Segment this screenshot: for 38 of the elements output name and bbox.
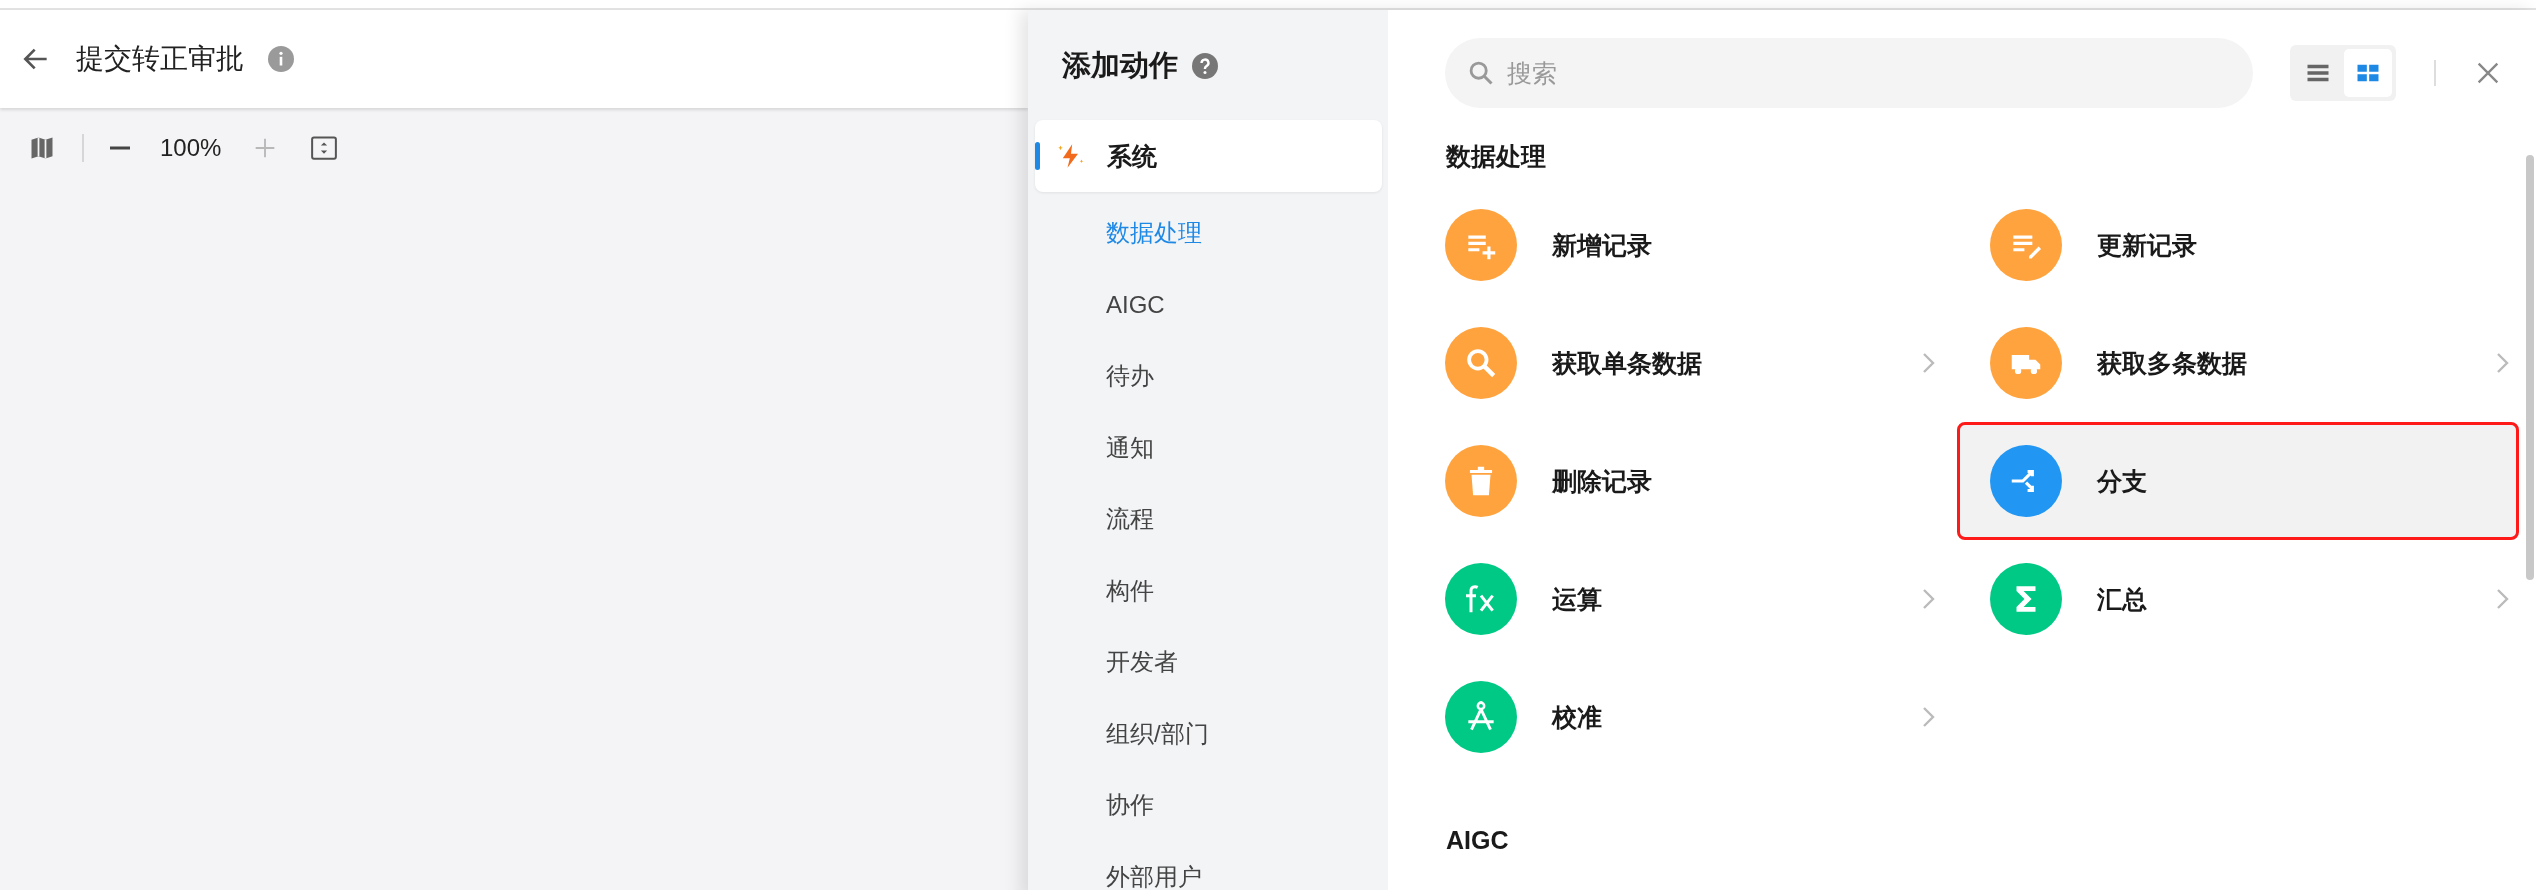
zoom-level: 100% bbox=[160, 134, 222, 162]
action-item[interactable]: 获取多条数据 bbox=[1957, 304, 2519, 422]
chevron-right-icon bbox=[1921, 351, 1937, 375]
section-heading: 数据处理 bbox=[1446, 141, 1547, 172]
info-icon[interactable] bbox=[268, 46, 294, 72]
chevron-right-icon bbox=[1921, 705, 1937, 729]
search-field[interactable]: 搜索 bbox=[1445, 38, 2253, 108]
chevron-right-icon bbox=[2495, 351, 2511, 375]
help-icon[interactable] bbox=[1192, 53, 1218, 79]
category-item[interactable]: 系统 bbox=[1035, 120, 1382, 192]
subcategory-item[interactable]: 待办 bbox=[1106, 340, 1154, 412]
selection-indicator bbox=[1035, 142, 1040, 170]
subcategory-item[interactable]: 开发者 bbox=[1106, 626, 1178, 698]
action-item[interactable]: 运算 bbox=[1412, 540, 1945, 658]
fit-view-button[interactable] bbox=[309, 133, 340, 163]
subcategory-item[interactable]: 协作 bbox=[1106, 769, 1154, 841]
drawer-title: 添加动作 bbox=[1062, 48, 1178, 83]
action-item[interactable]: 获取单条数据 bbox=[1412, 304, 1945, 422]
action-item[interactable]: 新增记录 bbox=[1412, 186, 1945, 304]
chevron-right-icon bbox=[1921, 587, 1937, 611]
subcategory-item[interactable]: 通知 bbox=[1106, 411, 1154, 483]
page-title: 提交转正审批 bbox=[76, 42, 244, 76]
zoom-out-button[interactable] bbox=[110, 146, 130, 150]
subcategory-item[interactable]: AIGC bbox=[1106, 268, 1165, 340]
search-icon bbox=[1467, 59, 1495, 87]
scrollbar[interactable] bbox=[2526, 155, 2534, 580]
action-item[interactable]: 更新记录 bbox=[1957, 186, 2519, 304]
action-item[interactable]: 汇总 bbox=[1957, 540, 2519, 658]
grid-view-button[interactable] bbox=[2344, 49, 2392, 97]
subcategory-item[interactable]: 外部用户 bbox=[1106, 840, 1202, 890]
subcategory-item[interactable]: 流程 bbox=[1106, 483, 1154, 555]
action-item[interactable]: 分支 bbox=[1957, 422, 2519, 540]
action-item[interactable]: 删除记录 bbox=[1412, 422, 1945, 540]
subcategory-item[interactable]: 构件 bbox=[1106, 554, 1154, 626]
action-item[interactable]: 校准 bbox=[1412, 658, 1945, 776]
section-heading: AIGC bbox=[1446, 825, 1510, 856]
subcategory-item[interactable]: 组织/部门 bbox=[1106, 697, 1209, 769]
chevron-right-icon bbox=[2495, 587, 2511, 611]
